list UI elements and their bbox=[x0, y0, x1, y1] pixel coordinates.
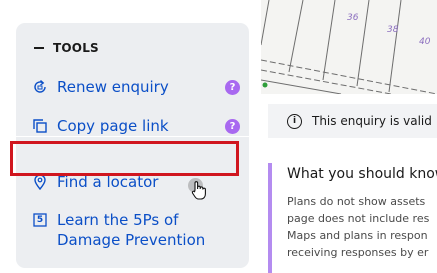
find-locator-link[interactable]: Find a locator bbox=[32, 173, 158, 191]
know-line: receiving responses by er bbox=[287, 246, 429, 259]
renew-enquiry-label: Renew enquiry bbox=[57, 78, 169, 96]
renew-enquiry-link[interactable]: Renew enquiry ? bbox=[32, 78, 249, 96]
page: TOOLS Renew enquiry ? Copy page link ? F… bbox=[0, 0, 437, 273]
info-icon: i bbox=[287, 113, 302, 129]
tools-divider bbox=[16, 136, 249, 137]
map-view[interactable]: 36 38 40 bbox=[261, 0, 437, 94]
copy-help-icon[interactable]: ? bbox=[225, 118, 240, 134]
know-title: What you should know bbox=[287, 166, 437, 182]
number-5-text: 5 bbox=[36, 215, 44, 225]
collapse-dash-icon bbox=[34, 47, 44, 49]
lot-number-40: 40 bbox=[419, 37, 431, 47]
find-locator-label: Find a locator bbox=[57, 173, 159, 191]
copy-icon bbox=[32, 118, 48, 134]
learn-5ps-label: Learn the 5Ps of Damage Prevention bbox=[57, 210, 205, 250]
location-pin-icon bbox=[32, 174, 48, 190]
renew-icon bbox=[32, 79, 48, 95]
copy-page-link[interactable]: Copy page link ? bbox=[32, 117, 249, 135]
lot-number-36: 36 bbox=[347, 13, 359, 23]
renew-help-icon[interactable]: ? bbox=[225, 79, 240, 95]
learn-5ps-line2: Damage Prevention bbox=[57, 231, 206, 249]
enquiry-validity-notice: i This enquiry is valid bbox=[268, 104, 437, 138]
notice-text: This enquiry is valid bbox=[312, 114, 432, 128]
know-body: Plans do not show assets page does not i… bbox=[287, 193, 437, 261]
learn-5ps-link[interactable]: 5 Learn the 5Ps of Damage Prevention bbox=[32, 210, 205, 250]
what-you-should-know-section: What you should know Plans do not show a… bbox=[268, 163, 437, 273]
know-line: page does not include res bbox=[287, 212, 430, 225]
tools-heading-label: TOOLS bbox=[53, 41, 99, 55]
lot-number-38: 38 bbox=[387, 25, 399, 35]
number-5-icon: 5 bbox=[32, 212, 48, 228]
map-marker bbox=[262, 82, 268, 88]
know-line: Maps and plans in respon bbox=[287, 229, 428, 242]
hand-cursor-icon bbox=[191, 181, 206, 200]
tools-heading[interactable]: TOOLS bbox=[34, 41, 99, 55]
know-line: Plans do not show assets bbox=[287, 195, 426, 208]
learn-5ps-line1: Learn the 5Ps of bbox=[57, 211, 179, 229]
copy-page-link-label: Copy page link bbox=[57, 117, 169, 135]
tools-panel: TOOLS Renew enquiry ? Copy page link ? F… bbox=[16, 23, 249, 268]
